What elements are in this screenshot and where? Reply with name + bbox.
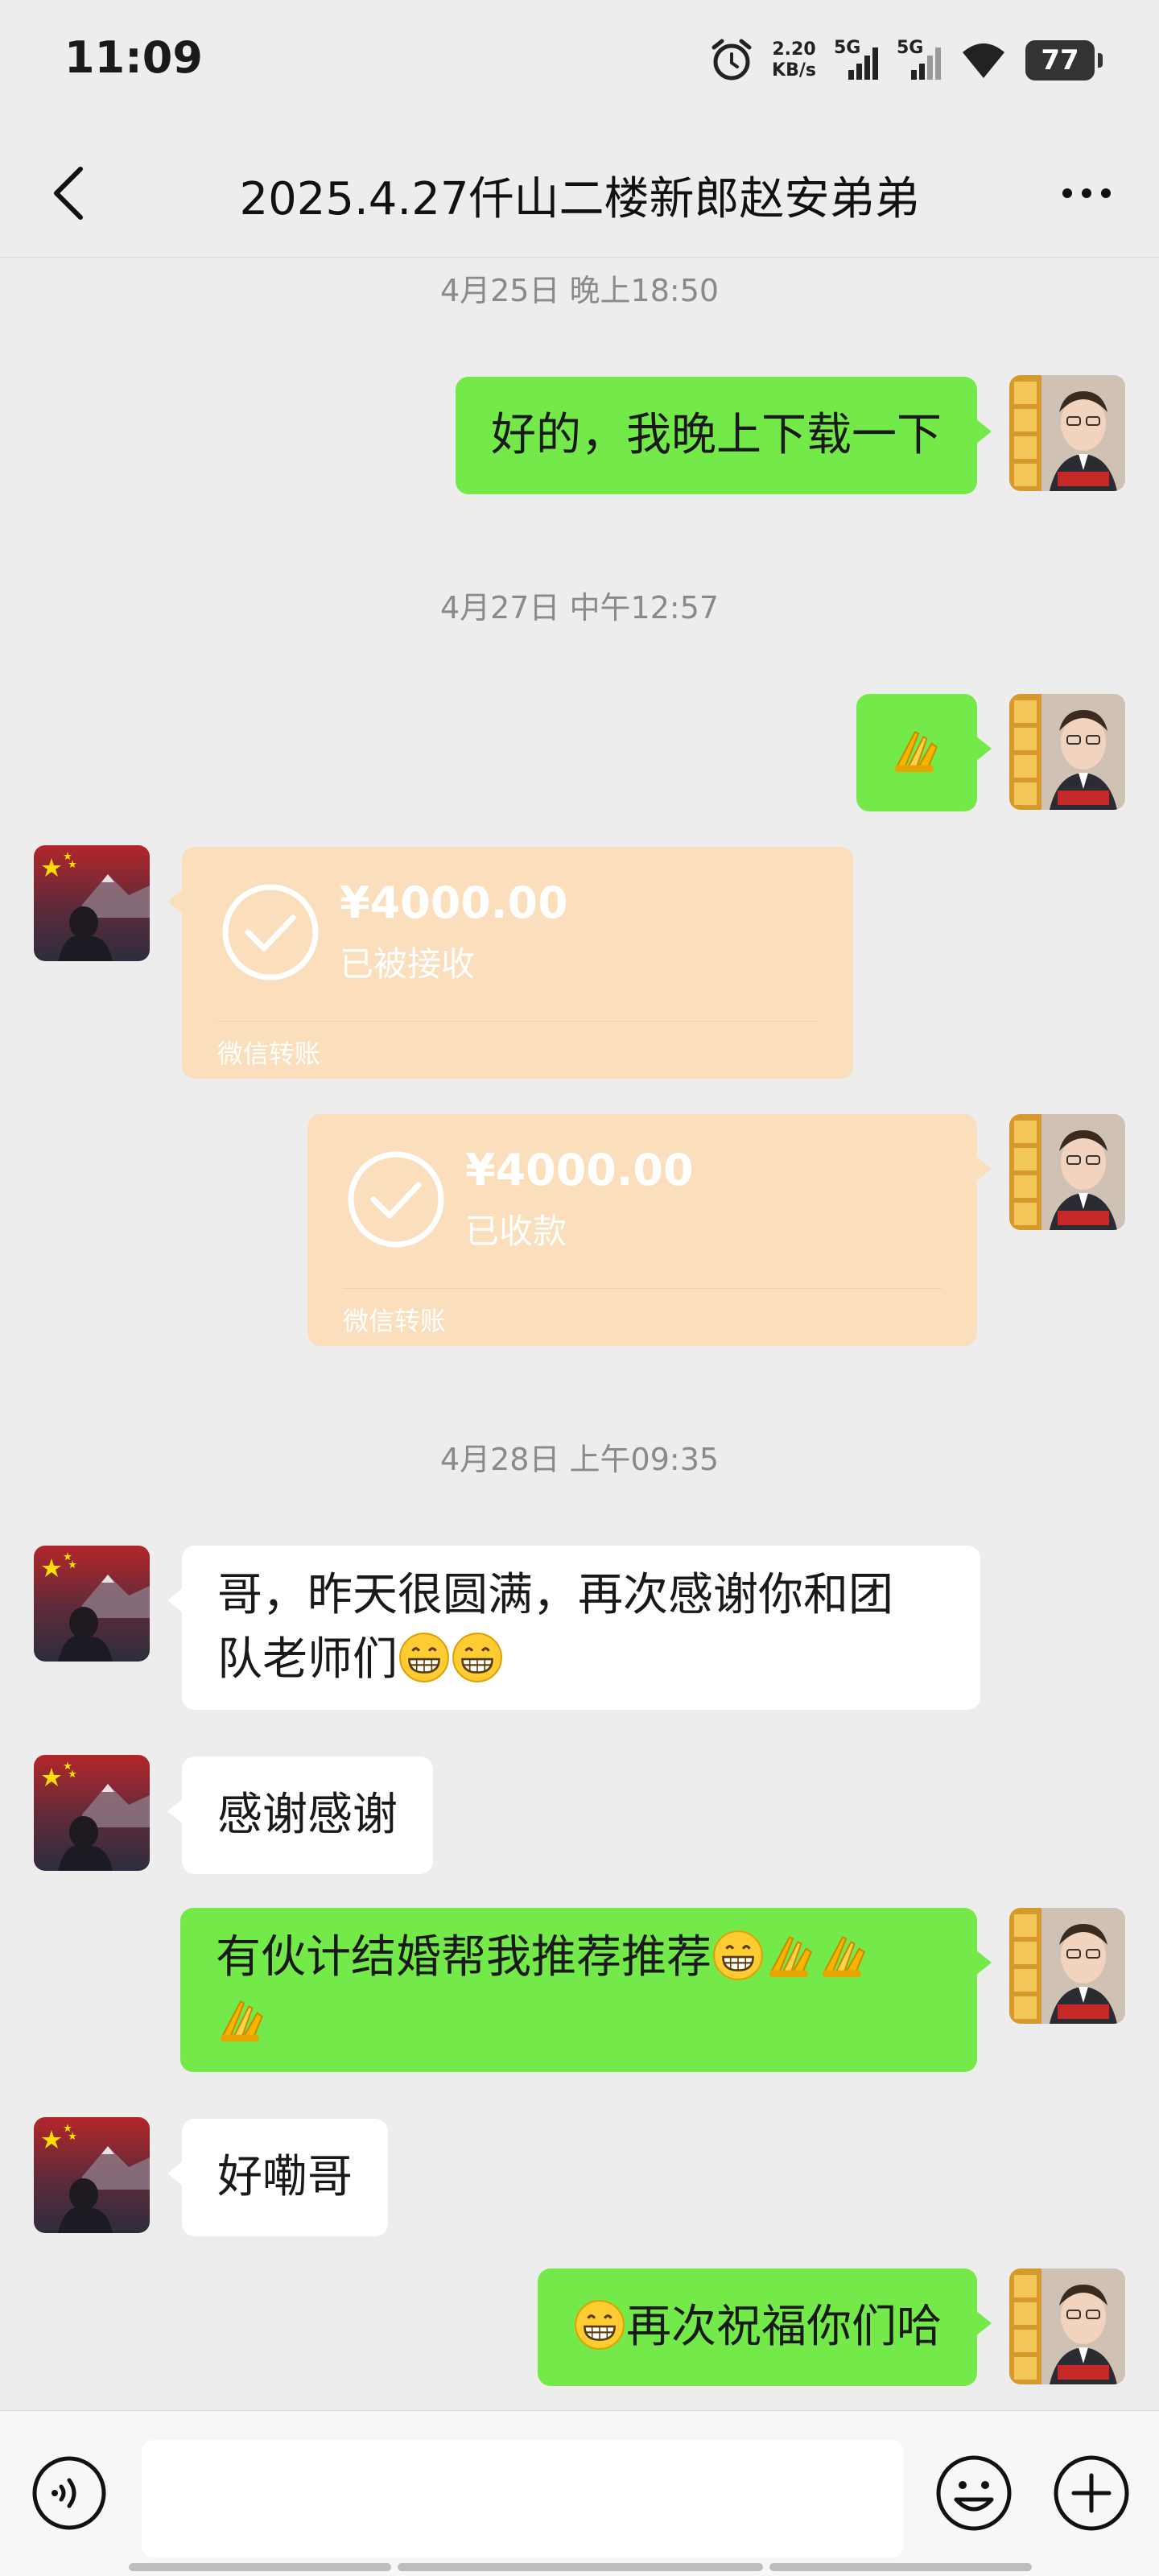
status-time: 11:09 <box>64 32 203 83</box>
message-text-line2: 队老师们 <box>217 1628 945 1692</box>
message-text: 好的，我晚上下载一下 <box>491 409 942 461</box>
message-text-line2 <box>216 1990 942 2054</box>
avatar-other[interactable] <box>34 845 150 961</box>
timestamp: 4月27日 中午12:57 <box>439 590 720 625</box>
message-bubble-self[interactable]: 有伙计结婚帮我推荐推荐 <box>180 1908 992 2072</box>
message-text: 哥，昨天很圆满，再次感谢你和团 <box>217 1569 893 1621</box>
timestamp: 4月28日 上午09:35 <box>439 1442 720 1477</box>
grinning-emoji <box>573 2298 626 2351</box>
message-bubble-self[interactable] <box>856 694 992 811</box>
message-text-line1: 有伙计结婚帮我推荐推荐 <box>216 1926 942 1990</box>
input-bar <box>0 2410 1159 2576</box>
message-bubble-self[interactable]: 再次祝福你们哈 <box>538 2268 992 2386</box>
avatar-self[interactable] <box>1009 375 1125 491</box>
praying-hands-emoji <box>765 1929 818 1982</box>
avatar-self[interactable] <box>1009 694 1125 810</box>
message-text: 感谢感谢 <box>217 1789 398 1841</box>
network-speed: 2.20 KB/s <box>772 39 816 81</box>
transfer-card[interactable]: ¥4000.00 已收款 微信转账 <box>307 1114 992 1346</box>
divider <box>217 1021 818 1022</box>
check-circle-icon <box>221 882 320 982</box>
plus-icon[interactable] <box>1051 2453 1132 2533</box>
message-text: 队老师们 <box>217 1633 398 1686</box>
speed-value: 2.20 <box>772 39 816 60</box>
avatar-other[interactable] <box>34 2117 150 2233</box>
message-bubble-other[interactable]: 哥，昨天很圆满，再次感谢你和团 队老师们 <box>167 1546 980 1710</box>
battery-indicator: 77 <box>1025 40 1103 80</box>
signal-bars-icon <box>848 47 878 80</box>
avatar-other[interactable] <box>34 1755 150 1871</box>
message-bubble-other[interactable]: 好嘞哥 <box>167 2119 388 2236</box>
speed-unit: KB/s <box>772 60 816 80</box>
grinning-emoji <box>398 1631 451 1684</box>
avatar-self[interactable] <box>1009 1908 1125 2024</box>
signal-1: 5G <box>834 38 879 83</box>
timestamp: 4月25日 晚上18:50 <box>439 273 720 308</box>
transfer-status: 已收款 <box>465 1212 567 1251</box>
status-icons: 2.20 KB/s 5G 5G 77 <box>709 35 1103 85</box>
transfer-card[interactable]: ¥4000.00 已被接收 微信转账 <box>167 847 853 1079</box>
message-bubble-other[interactable]: 感谢感谢 <box>167 1757 433 1874</box>
transfer-amount: ¥4000.00 <box>465 1145 694 1195</box>
transfer-amount: ¥4000.00 <box>340 877 568 928</box>
grinning-emoji <box>711 1929 765 1982</box>
smiley-icon[interactable] <box>934 2453 1014 2533</box>
gesture-bar <box>398 2563 763 2571</box>
avatar-self[interactable] <box>1009 2268 1125 2384</box>
transfer-status: 已被接收 <box>340 944 476 984</box>
gesture-bar <box>769 2563 1032 2571</box>
signal-2: 5G <box>897 38 942 83</box>
signal-bars-icon <box>911 47 941 80</box>
praying-hands-emoji <box>818 1929 871 1982</box>
alarm-icon <box>711 39 752 80</box>
divider <box>343 1288 942 1289</box>
wifi-icon <box>963 43 1004 78</box>
grinning-emoji <box>451 1631 504 1684</box>
transfer-footer: 微信转账 <box>343 1306 447 1336</box>
praying-hands-emoji <box>890 724 943 777</box>
message-bubble-self[interactable]: 好的，我晚上下载一下 <box>456 377 992 494</box>
status-bar: 11:09 2.20 KB/s 5G 5G 77 <box>0 0 1159 121</box>
chat-header: 2025.4.27仟山二楼新郎赵安弟弟 <box>0 129 1159 258</box>
more-dots-icon[interactable] <box>1046 161 1127 225</box>
avatar-self[interactable] <box>1009 1114 1125 1230</box>
message-text: 再次祝福你们哈 <box>626 2301 942 2353</box>
voice-icon[interactable] <box>31 2454 108 2532</box>
message-text: 有伙计结婚帮我推荐推荐 <box>216 1931 711 1984</box>
avatar-other[interactable] <box>34 1546 150 1662</box>
gesture-bar <box>129 2563 391 2571</box>
transfer-footer: 微信转账 <box>217 1038 321 1069</box>
praying-hands-emoji <box>216 1993 269 2046</box>
chat-title: 2025.4.27仟山二楼新郎赵安弟弟 <box>239 173 920 225</box>
message-input[interactable] <box>142 2440 903 2557</box>
message-text: 好嘞哥 <box>217 2151 353 2203</box>
check-circle-icon <box>346 1150 446 1249</box>
